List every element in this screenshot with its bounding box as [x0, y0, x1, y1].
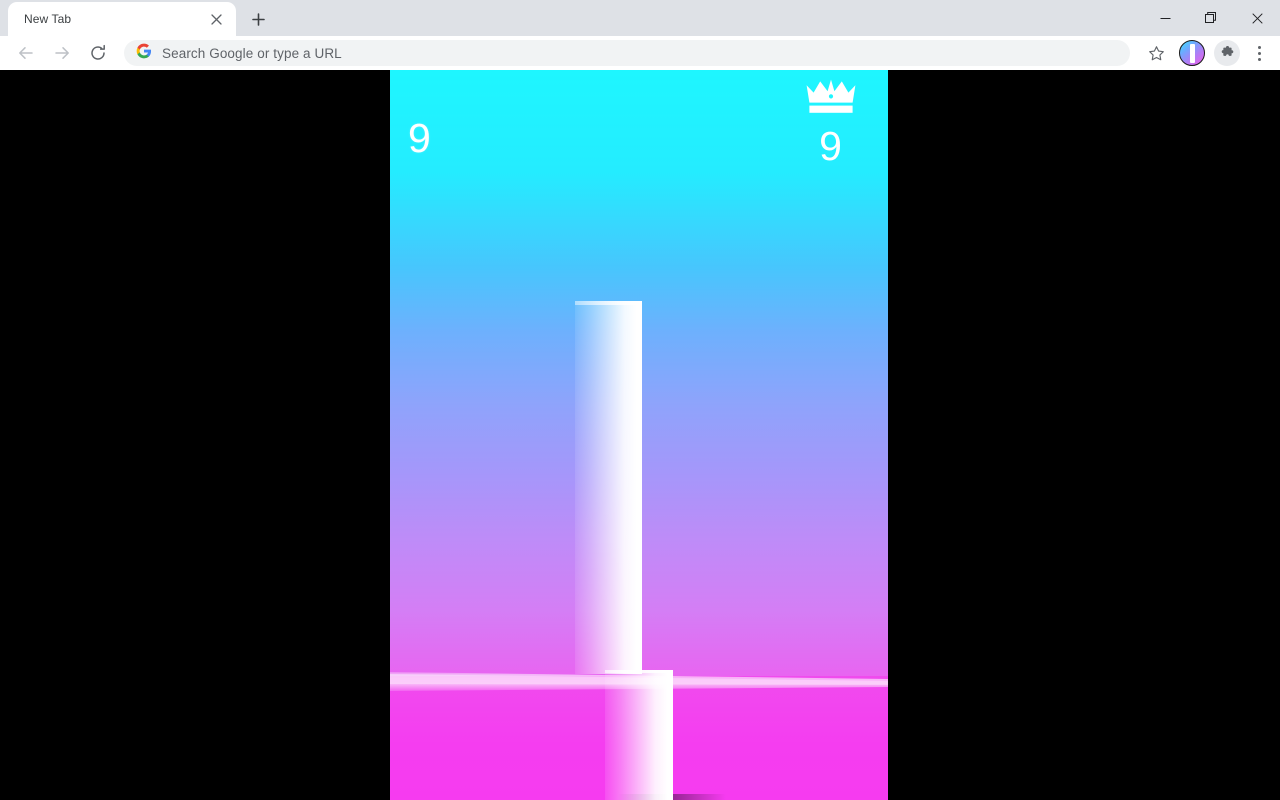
menu-dot: [1257, 57, 1261, 61]
score-display: 9: [408, 115, 432, 161]
game-canvas[interactable]: 9 9: [390, 70, 888, 800]
high-score-value: 9: [819, 123, 843, 169]
window-controls: [1142, 0, 1280, 36]
google-g-icon: [136, 43, 152, 64]
browser-window: New Tab Search Google or type a URL 9 9: [0, 0, 1280, 800]
tower-block-lower: [605, 670, 673, 800]
arrow-left-icon[interactable]: [12, 39, 40, 67]
menu-dot: [1257, 51, 1261, 55]
new-tab-button[interactable]: [244, 5, 272, 33]
tower-block-upper: [575, 301, 642, 674]
maximize-icon[interactable]: [1188, 2, 1234, 34]
tab-title: New Tab: [24, 12, 72, 26]
three-dot-menu-icon[interactable]: [1246, 39, 1272, 67]
omnibox[interactable]: Search Google or type a URL: [124, 40, 1130, 66]
avatar[interactable]: [1179, 40, 1205, 66]
high-score-panel: 9: [786, 78, 876, 167]
page-viewport: 9 9: [0, 70, 1280, 800]
tab-strip: New Tab: [0, 0, 1280, 36]
tab-new-tab[interactable]: New Tab: [8, 2, 236, 36]
tower-block-cap: [575, 301, 642, 305]
arrow-right-icon[interactable]: [48, 39, 76, 67]
tower-block-cap: [605, 670, 673, 673]
close-icon[interactable]: [1234, 2, 1280, 34]
avatar-glyph: [1189, 43, 1195, 63]
omnibox-placeholder: Search Google or type a URL: [162, 45, 342, 61]
browser-toolbar: Search Google or type a URL: [0, 36, 1280, 70]
minimize-icon[interactable]: [1142, 2, 1188, 34]
close-icon[interactable]: [206, 9, 226, 29]
puzzle-piece-icon[interactable]: [1214, 40, 1240, 66]
star-icon[interactable]: [1142, 39, 1170, 67]
menu-dot: [1257, 45, 1261, 49]
crown-icon: [806, 79, 856, 113]
reload-icon[interactable]: [84, 39, 112, 67]
